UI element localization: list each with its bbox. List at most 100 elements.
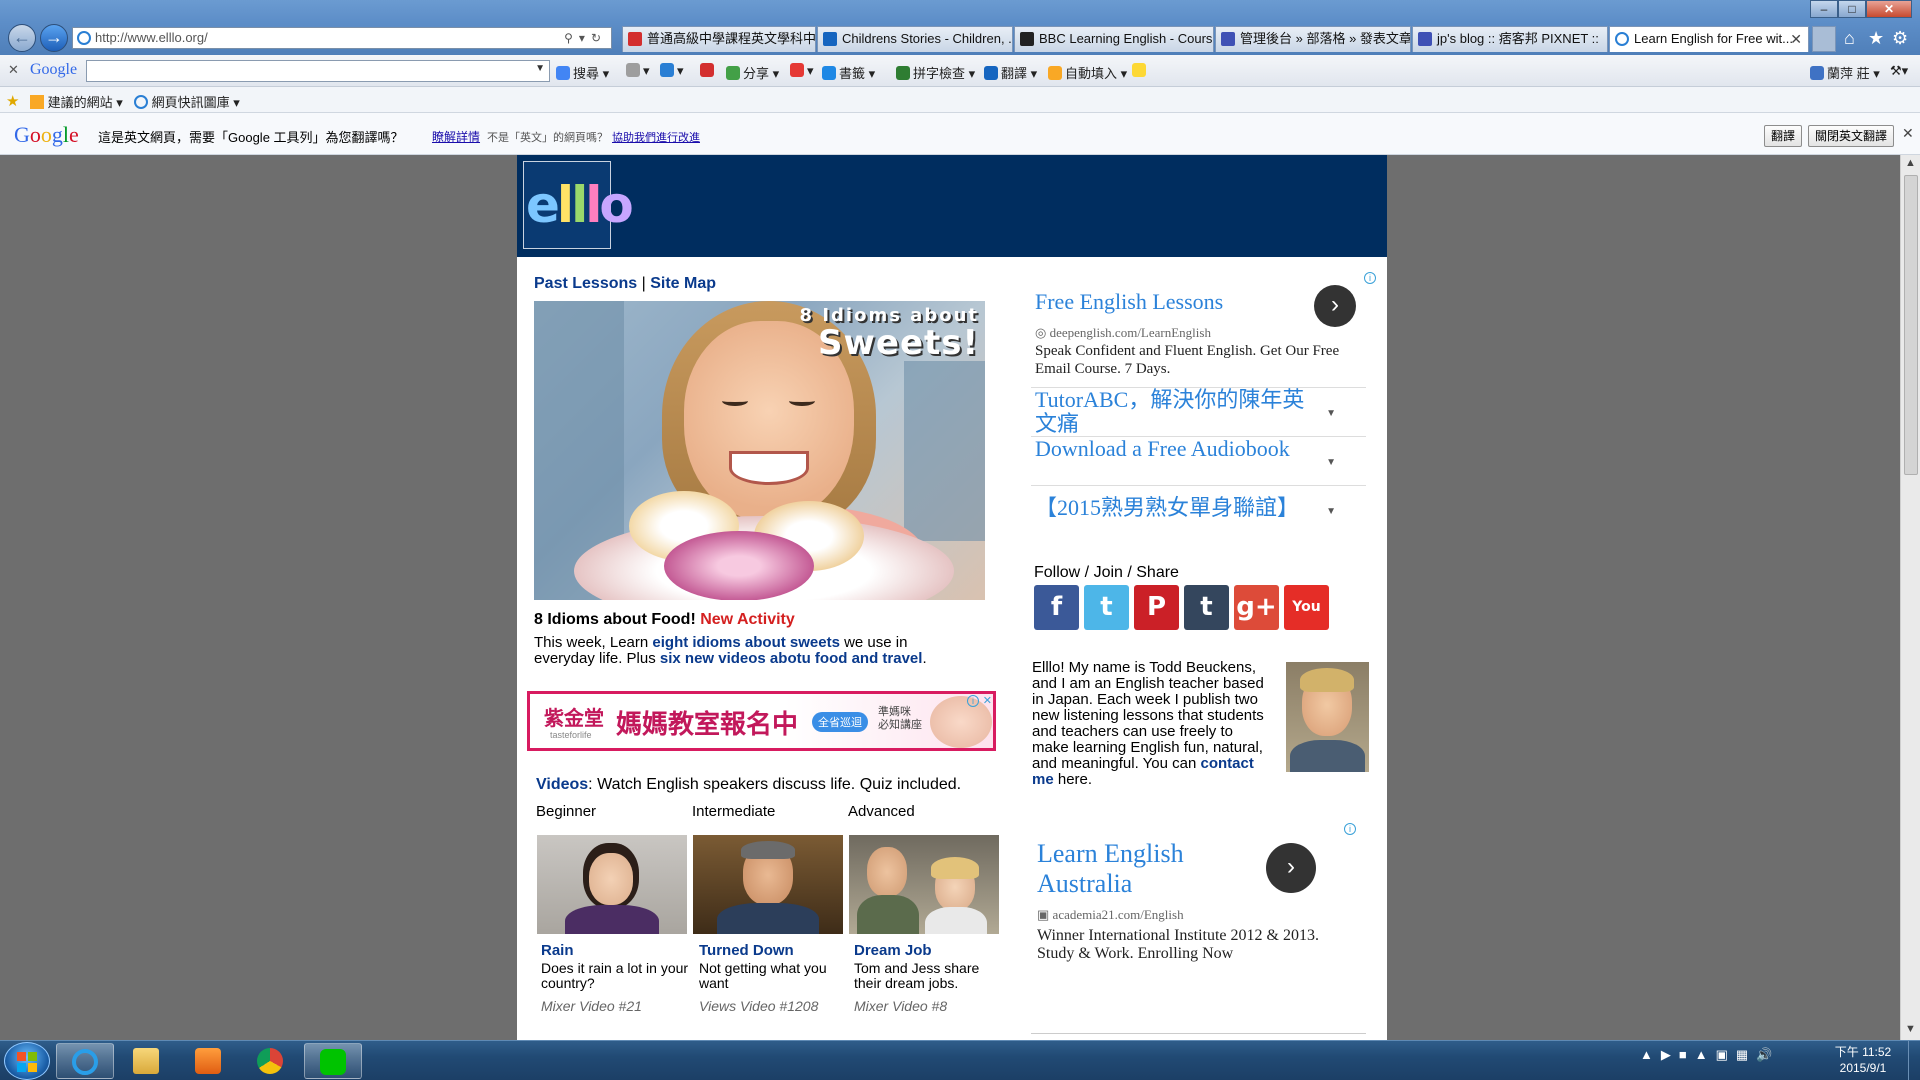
facebook-icon[interactable]: f — [1034, 585, 1079, 630]
toolbar-autofill[interactable]: 自動填入 ▾ — [1048, 63, 1127, 82]
toolbar-bookmarks[interactable]: 書籤 ▾ — [822, 63, 875, 82]
google-search-input[interactable]: ▼ — [86, 60, 550, 82]
favorites-star-icon[interactable]: ★ — [1868, 28, 1884, 49]
scrollbar-thumb[interactable] — [1904, 175, 1918, 475]
food-travel-videos-link[interactable]: six new videos abotu food and travel — [660, 650, 923, 667]
taskbar-internet-explorer[interactable] — [56, 1043, 114, 1079]
youtube-icon[interactable]: You — [1284, 585, 1329, 630]
video-thumbnail-turned-down[interactable] — [693, 835, 843, 934]
vertical-scrollbar[interactable]: ▲ ▼ — [1900, 155, 1920, 1040]
site-map-link[interactable]: Site Map — [650, 275, 716, 292]
plus-icon — [660, 63, 674, 77]
toolbar-gmail[interactable] — [700, 63, 717, 78]
taskbar-clock[interactable]: 下午 11:52 2015/9/1 — [1828, 1044, 1898, 1076]
ad-info-icon[interactable]: i — [967, 695, 979, 707]
show-desktop-button[interactable] — [1908, 1041, 1920, 1080]
tab-2[interactable]: Childrens Stories - Children, ... — [817, 26, 1013, 52]
toolbar-translate[interactable]: 翻譯 ▾ — [984, 63, 1037, 82]
ad-close-icon[interactable]: ✕ — [983, 694, 992, 707]
ad-row-headline[interactable]: 【2015熟男熟女單身聯誼】 — [1035, 496, 1325, 520]
ad-url[interactable]: ◎ deepenglish.com/LearnEnglish — [1035, 325, 1211, 341]
feature-heading-text[interactable]: 8 Idioms about Food! — [534, 611, 696, 628]
close-icon[interactable]: ✕ — [1902, 125, 1914, 142]
chevron-down-icon[interactable]: ▼ — [535, 63, 545, 74]
tab-6-active[interactable]: Learn English for Free wit... ✕ — [1609, 26, 1809, 52]
window-close-button[interactable]: ✕ — [1866, 0, 1912, 18]
scroll-down-icon[interactable]: ▼ — [1905, 1023, 1916, 1035]
twitter-icon[interactable]: t — [1084, 585, 1129, 630]
chevron-down-icon[interactable]: ▼ — [1326, 506, 1336, 517]
ad-row-headline[interactable]: TutorABC，解決你的陳年英文痛 — [1035, 388, 1325, 436]
fav-web-slices[interactable]: 網頁快訊圖庫 ▾ — [134, 92, 240, 111]
video-title-link[interactable]: Turned Down — [699, 942, 794, 959]
translate-button[interactable]: 翻譯 — [1764, 125, 1803, 147]
chevron-down-icon[interactable]: ▼ — [1326, 408, 1336, 419]
chevron-right-icon[interactable]: › — [1266, 843, 1316, 893]
tab-favicon-icon — [628, 32, 642, 46]
taskbar-line[interactable] — [304, 1043, 362, 1079]
video-title-link[interactable]: Dream Job — [854, 942, 932, 959]
ad-row-3[interactable]: 【2015熟男熟女單身聯誼】 ▼ — [1031, 485, 1366, 534]
toolbar-spellcheck[interactable]: 拼字檢查 ▾ — [896, 63, 975, 82]
tab-1[interactable]: 普通高級中學課程英文學科中... — [622, 26, 816, 52]
fav-suggested-sites[interactable]: 建議的網站 ▾ — [30, 92, 123, 111]
chevron-down-icon[interactable]: ▼ — [1326, 457, 1336, 468]
video-thumbnail-rain[interactable] — [537, 835, 687, 934]
ad-headline-link[interactable]: Free English Lessons — [1035, 289, 1223, 315]
tab-5[interactable]: jp's blog :: 痞客邦 PIXNET :: — [1412, 26, 1608, 52]
close-tab-icon[interactable]: ✕ — [1790, 27, 1802, 51]
video-title-link[interactable]: Rain — [541, 942, 574, 959]
address-tools[interactable]: ⚲▾↻ — [564, 28, 607, 48]
ad-row-headline[interactable]: Download a Free Audiobook — [1035, 437, 1325, 461]
maximize-button[interactable]: □ — [1838, 0, 1866, 18]
system-tray[interactable]: ▲▶■▲▣▦🔊 — [1640, 1047, 1780, 1063]
favorites-star-icon[interactable]: ★ — [6, 92, 19, 110]
elllo-logo[interactable]: elllo — [523, 161, 634, 249]
toolbar-wrench[interactable]: ⚒▾ — [1890, 63, 1908, 79]
videos-link[interactable]: Videos — [536, 776, 588, 793]
toolbar-plus[interactable]: ▾ — [660, 63, 684, 79]
idioms-sweets-link[interactable]: eight idioms about sweets — [652, 634, 840, 651]
close-toolbar-icon[interactable]: ✕ — [8, 62, 19, 78]
banner-ad[interactable]: 紫金堂 tasteforlife 媽媽教室報名中 全省巡迴 準媽咪 必知講座 i… — [527, 691, 996, 751]
clock-date: 2015/9/1 — [1839, 1061, 1887, 1075]
learn-more-link[interactable]: 瞭解詳情 — [432, 128, 480, 145]
forward-button[interactable]: → — [40, 24, 68, 52]
video-thumbnail-dream-job[interactable] — [849, 835, 999, 934]
start-button[interactable] — [4, 1042, 50, 1080]
ad-url[interactable]: ▣ academia21.com/English — [1037, 907, 1184, 923]
scroll-up-icon[interactable]: ▲ — [1905, 157, 1916, 169]
toolbar-share[interactable]: 分享 ▾ — [726, 63, 779, 82]
close-english-translation-button[interactable]: 關閉英文翻譯 — [1808, 125, 1895, 147]
toolbar-user[interactable]: 蘭萍 莊 ▾ — [1810, 63, 1880, 82]
new-activity-tag[interactable]: New Activity — [700, 611, 795, 628]
toolbar-page-menu[interactable]: ▾ — [626, 63, 650, 79]
past-lessons-link[interactable]: Past Lessons — [534, 275, 637, 292]
toolbar-search[interactable]: 搜尋 ▾ — [556, 63, 609, 82]
video-description: Does it rain a lot in your country? — [541, 960, 689, 991]
ad-row-1[interactable]: TutorABC，解決你的陳年英文痛 ▼ — [1031, 387, 1366, 436]
taskbar-media-player[interactable] — [180, 1043, 238, 1079]
tab-4[interactable]: 管理後台 » 部落格 » 發表文章 — [1215, 26, 1411, 52]
address-bar[interactable]: http://www.elllo.org/ ⚲▾↻ — [72, 27, 612, 49]
ad-row-2[interactable]: Download a Free Audiobook ▼ — [1031, 436, 1366, 485]
back-button[interactable]: ← — [8, 24, 36, 52]
new-tab-button[interactable] — [1812, 26, 1836, 52]
toolbar-highlighter[interactable] — [1132, 63, 1149, 78]
ad-headline-link[interactable]: Learn English Australia — [1037, 839, 1237, 899]
ad-info-icon[interactable]: i — [1364, 272, 1376, 284]
feature-image[interactable]: 8 Idioms about Sweets! — [534, 301, 985, 600]
taskbar-explorer[interactable] — [118, 1043, 176, 1079]
chevron-right-icon[interactable]: › — [1314, 285, 1356, 327]
tab-3[interactable]: BBC Learning English - Cours... — [1014, 26, 1214, 52]
taskbar-chrome[interactable] — [242, 1043, 300, 1079]
help-improve-link[interactable]: 協助我們進行改進 — [612, 129, 700, 145]
gear-icon[interactable]: ⚙ — [1892, 28, 1908, 49]
minimize-button[interactable]: – — [1810, 0, 1838, 18]
pinterest-icon[interactable]: P — [1134, 585, 1179, 630]
google-plus-icon[interactable]: g+ — [1234, 585, 1279, 630]
tumblr-icon[interactable]: t — [1184, 585, 1229, 630]
home-icon[interactable]: ⌂ — [1844, 28, 1855, 49]
ad-info-icon[interactable]: i — [1344, 823, 1356, 835]
toolbar-popup[interactable]: ▾ — [790, 63, 814, 79]
